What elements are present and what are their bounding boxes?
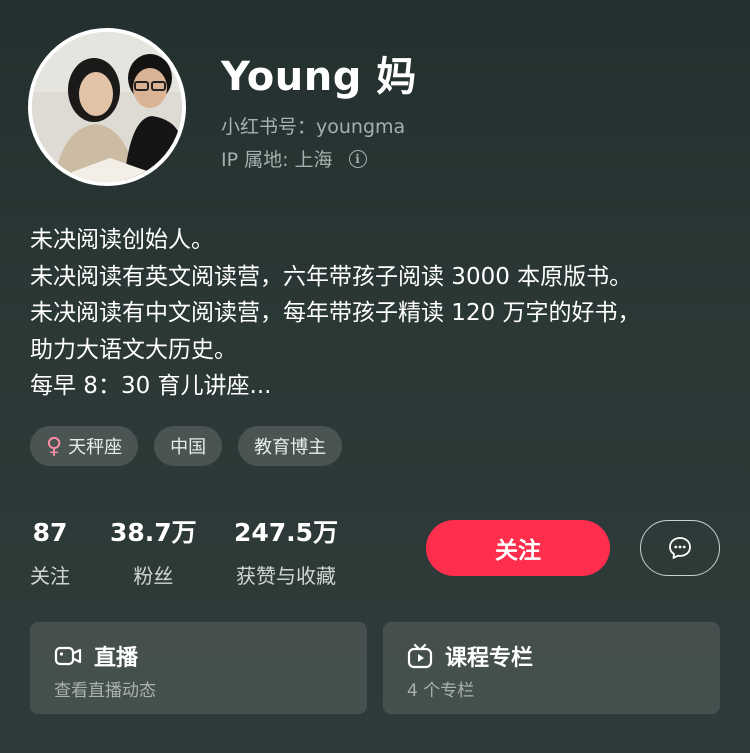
- ip-location: IP 属地: 上海 i: [221, 145, 367, 172]
- profile-name: Young 妈: [221, 54, 417, 100]
- stat-value: 247.5万: [234, 518, 339, 547]
- card-title-text: 直播: [94, 646, 139, 671]
- bio[interactable]: 未决阅读创始人。 未决阅读有英文阅读营，六年带孩子阅读 3000 本原版书。 未…: [30, 222, 730, 405]
- tag-list: ♀ 天秤座 中国 教育博主: [30, 426, 343, 466]
- bio-line: 未决阅读有英文阅读营，六年带孩子阅读 3000 本原版书。: [30, 263, 633, 290]
- stat-label: 粉丝: [133, 564, 174, 588]
- follow-button[interactable]: 关注: [426, 520, 610, 576]
- stat-following[interactable]: 87 关注: [30, 518, 70, 589]
- live-card[interactable]: 直播 查看直播动态: [30, 622, 367, 714]
- course-card-title: 课程专栏: [407, 640, 533, 672]
- stat-label: 关注: [30, 564, 70, 588]
- bio-line: 助力大语文大历史。: [30, 336, 237, 363]
- card-title-text: 课程专栏: [445, 646, 534, 671]
- ip-location-text: IP 属地: 上海: [221, 149, 333, 171]
- stat-likes-collects[interactable]: 247.5万 获赞与收藏: [234, 518, 338, 589]
- info-icon[interactable]: i: [348, 149, 367, 168]
- red-id[interactable]: 小红书号：youngma: [221, 112, 405, 139]
- stat-followers[interactable]: 38.7万 粉丝: [110, 518, 197, 589]
- bio-line: 未决阅读有中文阅读营，每年带孩子精读 120 万字的好书，: [30, 300, 641, 326]
- tag-label: 天秤座: [68, 437, 123, 458]
- tag-category: 教育博主: [238, 426, 343, 466]
- video-camera-icon: [54, 646, 82, 666]
- tag-label: 教育博主: [254, 437, 327, 458]
- bio-line: 未决阅读创始人。: [30, 227, 214, 253]
- card-subtitle: 查看直播动态: [54, 681, 156, 701]
- course-card[interactable]: 课程专栏 4 个专栏: [383, 622, 720, 714]
- live-card-title: 直播: [54, 640, 138, 672]
- message-button[interactable]: [640, 520, 720, 576]
- tag-label: 中国: [170, 437, 207, 458]
- female-icon: ♀: [46, 433, 63, 459]
- tv-play-icon: [407, 643, 433, 669]
- stat-value: 38.7万: [110, 518, 197, 547]
- chat-bubble-icon: [669, 537, 691, 559]
- tag-zodiac: ♀ 天秤座: [30, 426, 139, 466]
- tag-region: 中国: [154, 426, 223, 466]
- stat-value: 87: [32, 518, 68, 547]
- avatar[interactable]: [28, 28, 186, 186]
- card-subtitle: 4 个专栏: [407, 681, 475, 701]
- bio-line: 每早 8：30 育儿讲座...: [30, 373, 272, 399]
- stat-label: 获赞与收藏: [236, 564, 337, 588]
